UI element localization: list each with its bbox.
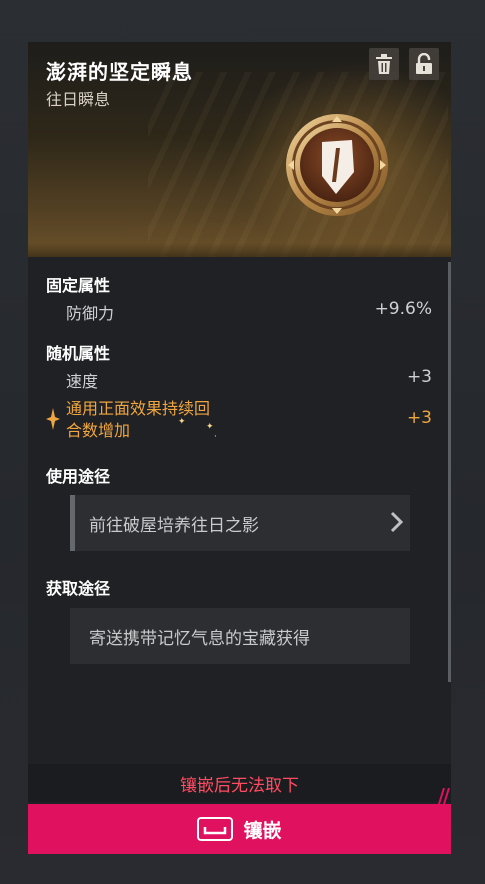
special-attribute-value: +3 <box>406 408 432 428</box>
attr-value-speed: +3 <box>406 367 432 387</box>
sparkle-icon: ✦ <box>206 422 214 432</box>
special-attribute-name: 通用正面效果持续回 合数增加 <box>66 399 211 440</box>
lock-button[interactable] <box>409 48 439 80</box>
sparkle-icon: · <box>214 432 217 442</box>
discard-button[interactable] <box>369 48 399 80</box>
acquire-heading: 获取途径 <box>46 579 111 598</box>
usage-path-label: 前往破屋培养往日之影 <box>89 515 259 536</box>
embed-button-label: 镶嵌 <box>243 819 282 842</box>
warning-text: 镶嵌后无法取下 <box>180 775 299 796</box>
item-category: 往日瞬息 <box>46 90 111 109</box>
acquire-source-label: 寄送携带记忆气息的宝藏获得 <box>89 628 310 649</box>
attr-name-defense: 防御力 <box>66 304 115 323</box>
chevron-right-icon <box>390 511 404 533</box>
item-detail-card: 澎湃的坚定瞬息 往日瞬息 固定属性 防御力 +9.6% 随机属性 速度 +3 通… <box>28 42 451 854</box>
usage-heading: 使用途径 <box>46 467 111 486</box>
item-header: 澎湃的坚定瞬息 往日瞬息 <box>28 42 451 257</box>
trash-icon <box>376 54 392 74</box>
random-attributes-heading: 随机属性 <box>46 344 111 363</box>
usage-path-button[interactable]: 前往破屋培养往日之影 <box>70 495 410 551</box>
attr-value-defense: +9.6% <box>374 299 432 319</box>
shield-emblem-icon <box>286 114 388 216</box>
scrollbar[interactable] <box>448 262 451 682</box>
fixed-attributes-heading: 固定属性 <box>46 276 111 295</box>
star-icon <box>46 408 60 430</box>
space-key-icon <box>197 817 234 841</box>
attr-name-speed: 速度 <box>66 372 99 391</box>
sparkle-icon: ✦ <box>178 417 186 427</box>
lock-icon <box>416 53 432 74</box>
acquire-source-box: 寄送携带记忆气息的宝藏获得 <box>70 608 410 664</box>
decorative-stripes <box>438 788 450 804</box>
item-title: 澎湃的坚定瞬息 <box>46 60 193 84</box>
warning-bar: 镶嵌后无法取下 <box>28 764 451 802</box>
embed-button[interactable]: 镶嵌 <box>28 804 451 854</box>
